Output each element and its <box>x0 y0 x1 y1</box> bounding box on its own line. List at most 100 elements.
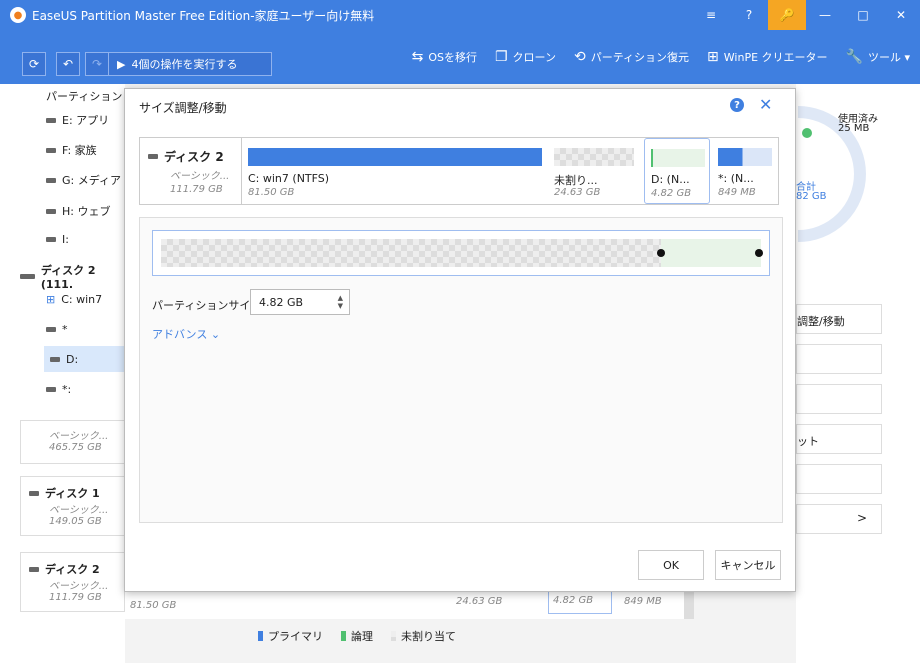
disk1-card[interactable]: ディスク 1 ベーシック... 149.05 GB <box>20 476 125 536</box>
action-3[interactable] <box>796 384 882 414</box>
info-panel: 使用済み 25 MB 合計 82 GB 調整/移動 ット > <box>796 84 920 663</box>
legend-primary: プライマリ <box>258 628 323 644</box>
disk2-card[interactable]: ディスク 2 ベーシック... 111.79 GB <box>20 552 125 612</box>
execute-operations-button[interactable]: ▶ 4個の操作を実行する <box>108 52 272 76</box>
resize-work-area: パーティションサイズ: 4.82 GB ▲ ▼ アドバンス ⌄ <box>139 217 783 523</box>
disk-icon <box>29 490 39 496</box>
total-value: 82 GB <box>796 191 827 202</box>
partition-c[interactable]: C: win7 (NTFS) 81.50 GB <box>242 138 548 204</box>
disk-card-size: 465.75 GB <box>49 442 102 453</box>
migrate-os-button[interactable]: ⇆ OSを移行 <box>412 49 477 65</box>
partition-list-header: パーティション <box>46 90 123 103</box>
partition-recovery-label: パーティション復元 <box>590 51 690 64</box>
key-icon[interactable]: 🔑 <box>768 0 806 30</box>
partition-name: D: (N... <box>651 173 690 186</box>
refresh-icon[interactable]: ⟳ <box>22 52 46 76</box>
windows-icon: ⊞ <box>46 293 56 306</box>
legend-label: プライマリ <box>268 630 323 643</box>
disk-size: 111.79 GB <box>170 184 223 195</box>
migrate-os-icon: ⇆ <box>411 49 424 65</box>
disk-header: ディスク 2 ベーシック... 111.79 GB <box>140 138 242 204</box>
ok-button[interactable]: OK <box>638 550 704 580</box>
resize-move-action[interactable]: 調整/移動 <box>796 304 882 334</box>
partition-star[interactable]: *: (N... 849 MB <box>712 138 778 204</box>
disk2-tree-item[interactable]: ディスク 2 (111. <box>20 262 125 291</box>
partition-unallocated[interactable]: 未割り... 24.63 GB <box>548 138 642 204</box>
disk-layout-row: ディスク 2 ベーシック... 111.79 GB C: win7 (NTFS)… <box>139 137 779 205</box>
right-resize-handle[interactable] <box>755 249 763 257</box>
winpe-label: WinPE クリエーター <box>723 51 828 64</box>
disk0-card[interactable]: ベーシック... 465.75 GB <box>20 420 125 464</box>
disk-type: ベーシック... <box>170 171 230 182</box>
clone-button[interactable]: ❐ クローン <box>495 49 556 65</box>
used-dot <box>802 128 812 138</box>
title-bar: ● EaseUS Partition Master Free Edition-家… <box>0 0 920 30</box>
disk-card-type: ベーシック... <box>49 505 109 516</box>
tools-button[interactable]: 🔧 ツール ▾ <box>846 49 910 65</box>
close-icon[interactable]: ✕ <box>759 95 772 114</box>
partition-item-label: C: win7 <box>61 293 103 306</box>
disk-icon <box>29 566 39 572</box>
disk-card-name: ディスク 2 <box>45 563 100 576</box>
disk-card-type: ベーシック... <box>49 431 109 442</box>
legend-label: 未割り当て <box>401 630 456 643</box>
dialog-title: サイズ調整/移動 <box>139 101 227 115</box>
cancel-button[interactable]: キャンセル <box>715 550 781 580</box>
partition-size: 849 MB <box>718 187 756 198</box>
partition-resize-slider[interactable] <box>152 230 770 276</box>
disk-card-name: ディスク 1 <box>45 487 100 500</box>
unallocated-space <box>161 239 661 267</box>
winpe-button[interactable]: ⊞ WinPE クリエーター <box>707 49 827 65</box>
tool-group: ⇆ OSを移行 ❐ クローン ⟲ パーティション復元 ⊞ WinPE クリエーター 🔧 ツ… <box>412 30 910 84</box>
redo-icon[interactable]: ↷ <box>85 52 109 76</box>
help-icon[interactable]: ? <box>730 0 768 30</box>
bg-c-size: 81.50 GB <box>130 600 177 611</box>
left-resize-handle[interactable] <box>657 249 665 257</box>
legend-logical: 論理 <box>341 628 373 644</box>
partition-recovery-button[interactable]: ⟲ パーティション復元 <box>574 49 689 65</box>
drive-icon <box>46 387 56 392</box>
action-4[interactable]: ット <box>796 424 882 454</box>
partition-item-h[interactable]: H: ウェブ <box>46 203 110 219</box>
disk-card-size: 149.05 GB <box>49 516 102 527</box>
close-button[interactable]: ✕ <box>882 0 920 30</box>
disk-card-size: 111.79 GB <box>49 592 102 603</box>
tools-icon: 🔧 <box>845 49 863 65</box>
action-2[interactable] <box>796 344 882 374</box>
partition-item-e[interactable]: E: アプリ <box>46 112 109 128</box>
partition-bar <box>651 149 705 167</box>
partition-item-star[interactable]: * <box>46 323 68 336</box>
bg-star-size: 849 MB <box>624 596 662 607</box>
undo-icon[interactable]: ↶ <box>56 52 80 76</box>
more-actions-button[interactable]: > <box>796 504 882 534</box>
partition-item-label: F: 家族 <box>62 144 97 157</box>
disk-name: ディスク 2 <box>164 150 224 164</box>
action-5[interactable] <box>796 464 882 494</box>
legend-swatch <box>341 631 346 641</box>
minimize-button[interactable]: — <box>806 0 844 30</box>
partition-bar <box>248 148 542 166</box>
maximize-button[interactable]: □ <box>844 0 882 30</box>
partition-item-c[interactable]: ⊞ C: win7 <box>46 293 102 306</box>
partition-bar <box>554 148 634 166</box>
partition-recovery-icon: ⟲ <box>573 49 586 65</box>
partition-name: *: (N... <box>718 172 754 185</box>
partition-block[interactable] <box>661 239 761 267</box>
help-icon[interactable]: ? <box>730 98 744 112</box>
partition-size-value: 4.82 GB <box>259 295 304 309</box>
partition-item-f[interactable]: F: 家族 <box>46 142 97 158</box>
spinner-icon[interactable]: ▲ ▼ <box>338 294 343 310</box>
partition-size: 81.50 GB <box>248 187 295 198</box>
legend-swatch <box>258 631 263 641</box>
partition-item-star2[interactable]: *: <box>46 383 71 396</box>
legend-label: 論理 <box>351 630 373 643</box>
partition-item-i[interactable]: I: <box>46 233 69 246</box>
bg-d-size: 4.82 GB <box>553 595 594 606</box>
menu-icon[interactable]: ≡ <box>692 0 730 30</box>
partition-item-label: H: ウェブ <box>62 205 111 218</box>
partition-size-input[interactable]: 4.82 GB ▲ ▼ <box>250 289 350 315</box>
advanced-toggle[interactable]: アドバンス ⌄ <box>152 326 220 342</box>
partition-d[interactable]: D: (N... 4.82 GB <box>644 138 710 204</box>
partition-item-g[interactable]: G: メディア <box>46 172 121 188</box>
partition-item-d[interactable]: D: <box>44 346 125 372</box>
